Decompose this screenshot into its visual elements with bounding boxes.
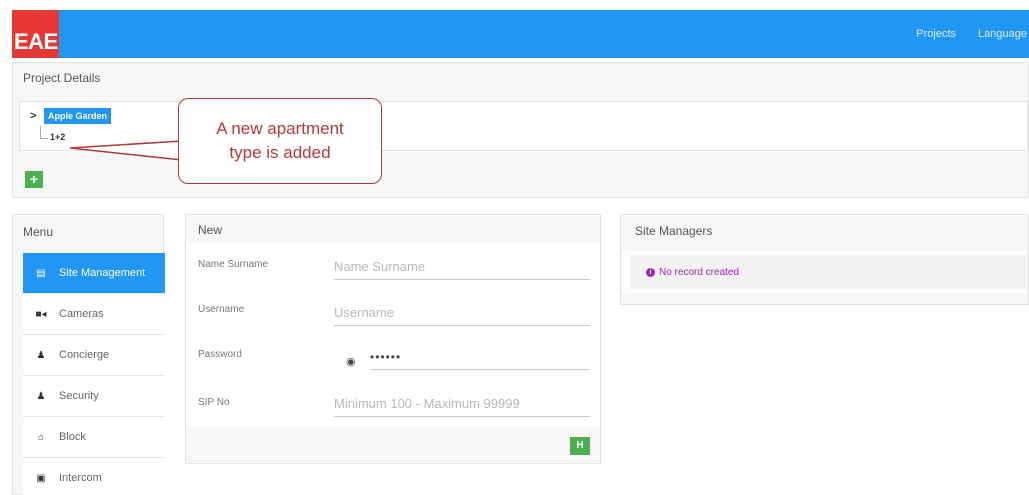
- menu-item-label: Cameras: [59, 308, 104, 320]
- menu-item-label: Intercom: [59, 472, 102, 484]
- form-body: Name Surname Username Password ◉ SIP No: [186, 243, 600, 427]
- nav-language[interactable]: Language: [978, 28, 1027, 40]
- eye-icon[interactable]: ◉: [346, 355, 356, 368]
- menu-item-intercom[interactable]: ▣ Intercom: [23, 458, 165, 495]
- site-managers-panel: Site Managers i No record created: [620, 214, 1029, 305]
- user-icon: ♟: [36, 349, 46, 361]
- project-details-panel: Project Details > Apple Garden 1+2 +: [12, 62, 1029, 198]
- menu-item-block[interactable]: ⌂ Block: [23, 417, 165, 458]
- menu-list: ▤ Site Management ■◂ Cameras ♟ Concierge…: [23, 253, 165, 495]
- add-apartment-type-button[interactable]: +: [25, 171, 43, 188]
- tree-node-child[interactable]: 1+2: [50, 132, 65, 142]
- intercom-icon: ▣: [36, 472, 46, 484]
- user-icon: ♟: [36, 390, 46, 402]
- menu-item-security[interactable]: ♟ Security: [23, 376, 165, 417]
- menu-title: Menu: [23, 225, 54, 239]
- tree-connector: [40, 126, 48, 139]
- top-navbar: Projects Language: [12, 10, 1029, 58]
- name-surname-input[interactable]: [334, 254, 590, 280]
- menu-item-label: Site Management: [59, 267, 146, 279]
- username-label: Username: [198, 304, 245, 315]
- menu-panel: Menu ▤ Site Management ■◂ Cameras ♟ Conc…: [12, 214, 165, 495]
- password-label: Password: [198, 349, 242, 360]
- sip-no-input[interactable]: [334, 391, 590, 417]
- home-icon: ⌂: [37, 431, 45, 443]
- save-icon[interactable]: H: [570, 437, 590, 455]
- menu-item-concierge[interactable]: ♟ Concierge: [23, 335, 165, 376]
- empty-state-text: No record created: [659, 266, 740, 278]
- sip-no-label: SIP No: [198, 397, 230, 408]
- menu-item-cameras[interactable]: ■◂ Cameras: [23, 294, 165, 335]
- logo-text: EAE: [14, 29, 58, 54]
- tree-node-root[interactable]: Apple Garden: [44, 108, 112, 124]
- menu-item-label: Block: [59, 431, 86, 443]
- menu-item-site-management[interactable]: ▤ Site Management: [23, 253, 165, 294]
- site-managers-body: i No record created: [622, 251, 1026, 293]
- username-input[interactable]: [334, 300, 590, 326]
- nav-projects[interactable]: Projects: [916, 28, 956, 40]
- new-user-form-panel: New Name Surname Username Password ◉ SIP…: [185, 214, 601, 464]
- name-surname-label: Name Surname: [198, 259, 269, 270]
- project-tree: > Apple Garden 1+2: [19, 101, 1028, 151]
- callout-text: A new apartment type is added: [216, 119, 344, 162]
- menu-item-label: Concierge: [59, 349, 110, 361]
- info-icon: i: [646, 267, 655, 277]
- annotation-callout: A new apartment type is added: [178, 98, 382, 184]
- menu-item-label: Security: [59, 390, 99, 402]
- password-input[interactable]: [370, 344, 590, 370]
- empty-state-message: i No record created: [630, 255, 1026, 289]
- project-details-title: Project Details: [23, 71, 101, 85]
- chevron-right-icon[interactable]: >: [30, 110, 36, 122]
- eae-logo[interactable]: EAE: [12, 10, 59, 58]
- site-managers-title: Site Managers: [635, 224, 713, 238]
- new-form-title: New: [198, 223, 223, 237]
- list-icon: ▤: [36, 267, 46, 279]
- camera-icon: ■◂: [35, 308, 47, 320]
- top-nav: Projects Language: [916, 10, 1029, 58]
